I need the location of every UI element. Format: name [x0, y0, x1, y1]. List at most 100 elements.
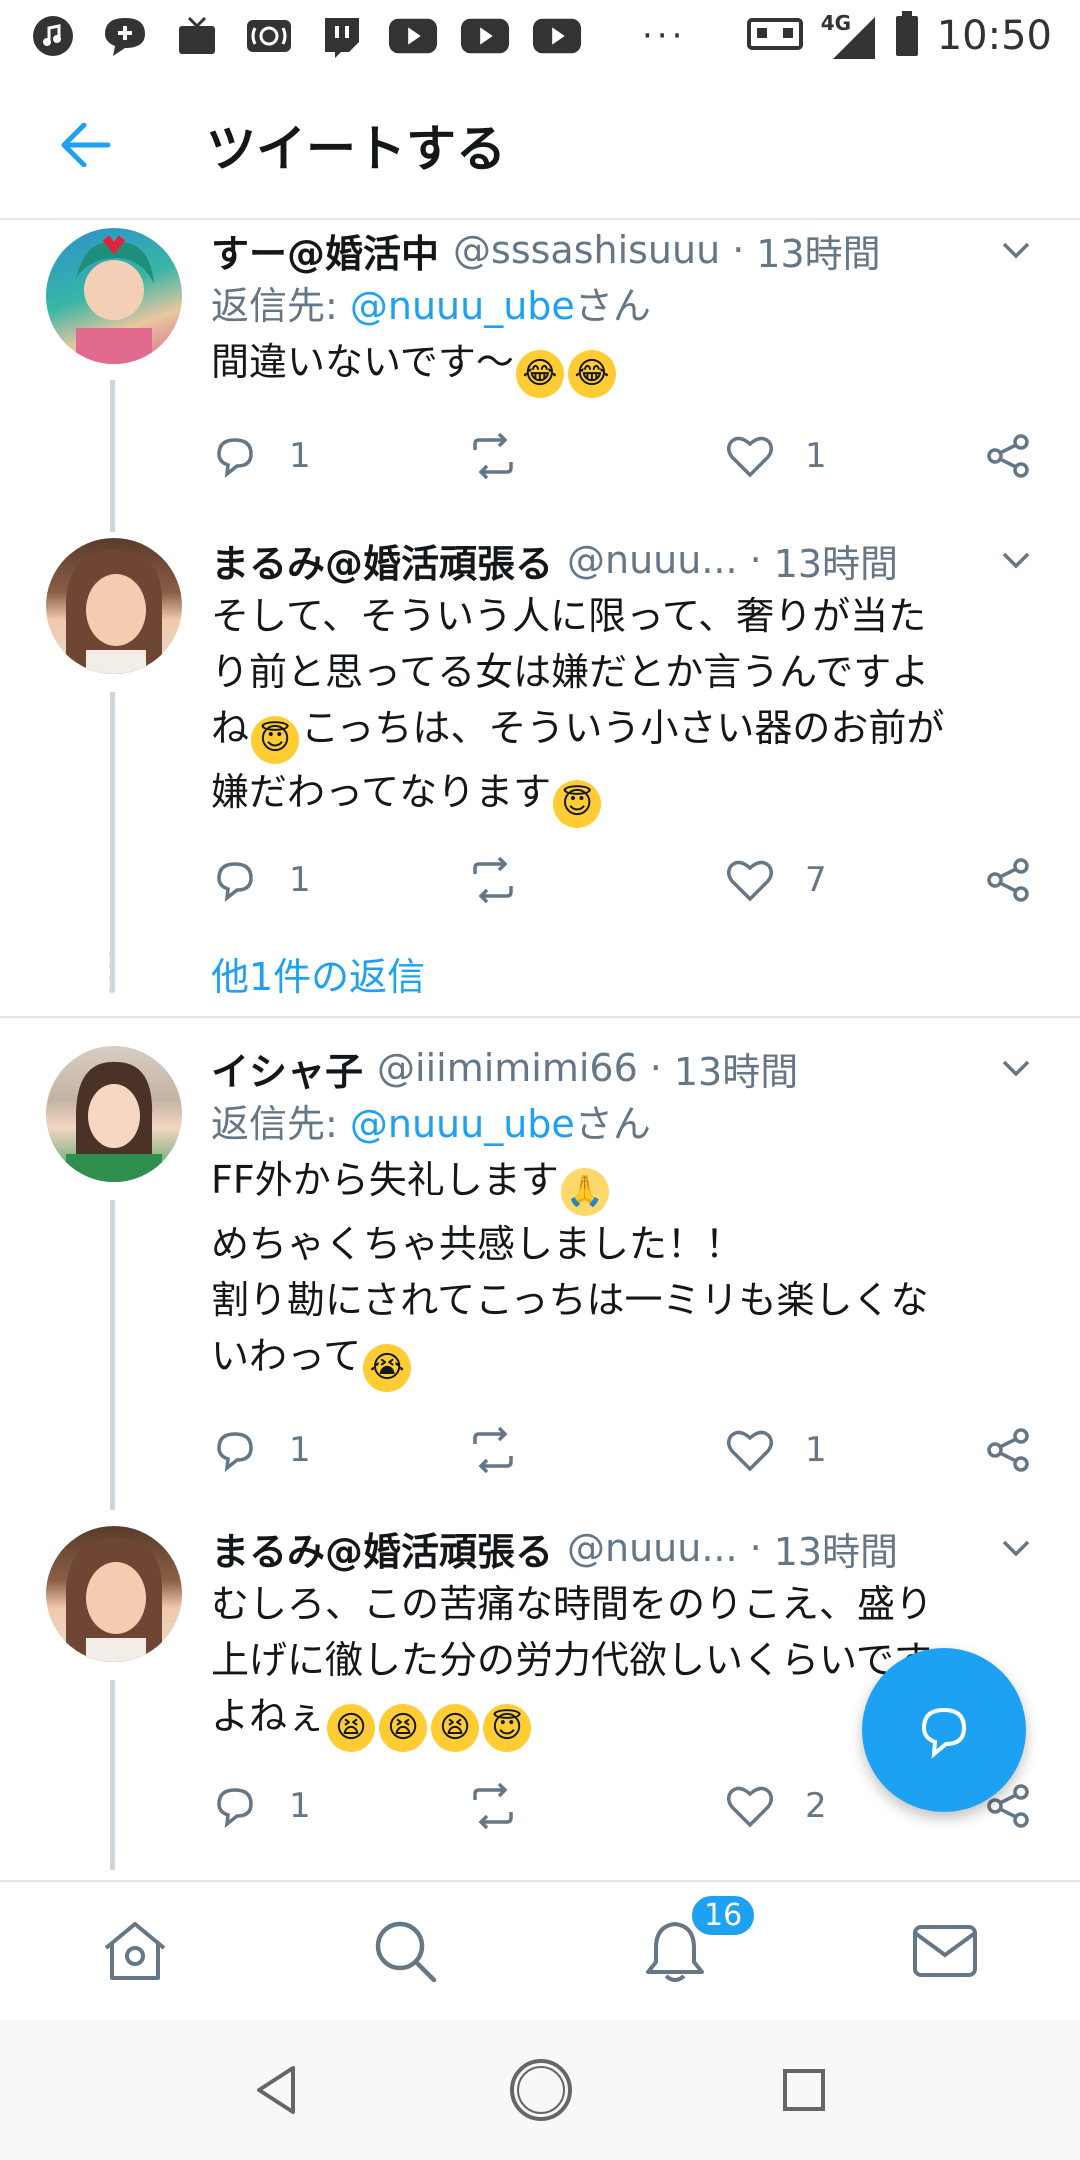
notification-badge: 16 — [688, 1892, 759, 1939]
tweet-text-line: むしろ、この苦痛な時間をのりこえ、盛り — [211, 1582, 934, 1626]
tweet-actions: 1 1 — [211, 426, 1041, 486]
avatar[interactable] — [46, 1046, 182, 1182]
tweet-text-fragment: FF外から失礼します — [211, 1158, 559, 1202]
chevron-down-icon[interactable] — [996, 1528, 1036, 1568]
tweet[interactable]: すー@婚活中 @sssashisuuu · 13時間 返信先: @nuuu_ub… — [0, 222, 1080, 532]
display-name[interactable]: すー@婚活中 — [211, 223, 439, 278]
search-icon — [375, 1921, 437, 1983]
reply-to: 返信先: @nuuu_ubeさん — [211, 1096, 1036, 1152]
user-handle[interactable]: @sssashisuuu — [453, 228, 720, 272]
user-handle[interactable]: @iiimimimi66 — [377, 1046, 638, 1090]
show-more-replies-link[interactable]: 他1件の返信 — [211, 946, 425, 1001]
reply-icon — [217, 1788, 253, 1829]
separator-dot: · — [749, 1526, 762, 1570]
reply-suffix: さん — [574, 1102, 651, 1146]
tweet[interactable]: イシャ子 @iiimimimi66 · 13時間 返信先: @nuuu_ubeさ… — [0, 1040, 1080, 1520]
retweet-action[interactable] — [465, 426, 551, 486]
tweet-text: そして、そういう人に限って、奢りが当た り前と思ってる女は嫌だとか言うんですよね 😇… — [211, 588, 1036, 828]
retweet-action[interactable] — [465, 850, 551, 910]
tv-icon — [172, 13, 222, 59]
like-count: 1 — [805, 436, 827, 476]
tweet-header: イシャ子 @iiimimimi66 · 13時間 — [211, 1040, 1036, 1096]
compose-reply-button[interactable] — [862, 1648, 1026, 1812]
youtube-icon — [388, 13, 438, 59]
divider — [0, 1016, 1080, 1018]
system-recents-icon[interactable] — [781, 2067, 827, 2113]
chevron-down-icon[interactable] — [996, 540, 1036, 580]
like-action[interactable]: 2 — [725, 1776, 827, 1836]
tired-face-emoji-icon: 😫 — [431, 1704, 480, 1752]
system-back-icon[interactable] — [253, 2064, 301, 2116]
display-name[interactable]: まるみ@婚活頑張る — [211, 533, 553, 588]
crying-emoji-icon: 😭 — [363, 1344, 412, 1392]
tweet-text: FF外から失礼します 🙏 めちゃくちゃ共感しました！！ 割り勘にされてこっちは一ミリも… — [211, 1152, 1036, 1392]
reply-action[interactable]: 1 — [211, 1420, 311, 1480]
chevron-down-icon[interactable] — [996, 1048, 1036, 1088]
tweet-text-fragment: よねぇ — [211, 1694, 326, 1738]
back-button[interactable] — [44, 103, 128, 187]
like-count: 2 — [805, 1786, 827, 1826]
bottom-navigation: 16 — [0, 1880, 1080, 2020]
like-action[interactable]: 1 — [725, 426, 827, 486]
share-icon — [987, 1428, 1029, 1472]
tweet-text-line: り前と思ってる女は嫌だとか言うんですよ — [211, 650, 930, 694]
share-icon — [987, 434, 1029, 478]
thread-line — [110, 1680, 115, 1870]
thread-line — [110, 380, 115, 532]
nav-search[interactable] — [270, 1882, 540, 2020]
tweet-header: まるみ@婚活頑張る @nuuu... · 13時間 — [211, 1520, 1036, 1576]
reply-prefix: 返信先: — [211, 1102, 350, 1146]
timestamp: 13時間 — [773, 541, 899, 586]
retweet-action[interactable] — [465, 1776, 551, 1836]
nav-messages[interactable] — [810, 1882, 1080, 2020]
reply-action[interactable]: 1 — [211, 850, 311, 910]
nav-notifications[interactable]: 16 — [540, 1882, 810, 2020]
user-handle[interactable]: @nuuu... — [567, 538, 738, 582]
display-name[interactable]: イシャ子 — [211, 1041, 363, 1096]
tired-face-emoji-icon: 😫 — [379, 1704, 428, 1752]
reply-mention[interactable]: @nuuu_ube — [350, 1102, 575, 1146]
retweet-icon — [473, 856, 513, 904]
youtube-icon — [532, 13, 582, 59]
avatar[interactable] — [46, 1526, 182, 1662]
reply-count: 1 — [289, 1786, 311, 1826]
display-name[interactable]: まるみ@婚活頑張る — [211, 1521, 553, 1576]
avatar[interactable] — [46, 538, 182, 674]
reply-mention[interactable]: @nuuu_ube — [350, 284, 575, 328]
user-handle[interactable]: @nuuu... — [567, 1526, 738, 1570]
separator-dot: · — [732, 228, 745, 272]
like-count: 7 — [805, 860, 827, 900]
halo-emoji-icon: 😇 — [251, 716, 300, 764]
retweet-action[interactable] — [465, 1420, 551, 1480]
youtube-icon — [460, 13, 510, 59]
tweet[interactable]: まるみ@婚活頑張る @nuuu... · 13時間 そして、そういう人に限って、… — [0, 532, 1080, 1012]
messages-icon — [913, 1925, 977, 1977]
retweet-icon — [473, 1782, 513, 1830]
tweet-text-line: 間違いないです〜 — [211, 340, 514, 384]
thread-line — [110, 1200, 115, 1510]
share-icon — [987, 858, 1029, 902]
avatar[interactable] — [46, 228, 182, 364]
reply-action[interactable]: 1 — [211, 1776, 311, 1836]
like-action[interactable]: 7 — [725, 850, 827, 910]
tweet-text-line: そして、そういう人に限って、奢りが当た — [211, 594, 927, 638]
tweet-text-fragment: 嫌だわってなります — [211, 770, 552, 814]
share-action[interactable] — [985, 850, 1033, 910]
system-home-icon[interactable] — [507, 2056, 575, 2124]
share-action[interactable] — [985, 1420, 1033, 1480]
nav-home[interactable] — [0, 1882, 270, 2020]
chevron-down-icon[interactable] — [996, 230, 1036, 270]
timestamp: 13時間 — [673, 1049, 799, 1094]
reply-action[interactable]: 1 — [211, 426, 311, 486]
tweet-actions: 1 1 — [211, 1420, 1041, 1480]
tweet-text-line: 嫌だわってなります 😇 — [211, 764, 1036, 828]
share-action[interactable] — [985, 426, 1033, 486]
halo-emoji-icon: 😇 — [553, 780, 602, 828]
cast-icon — [746, 14, 803, 58]
battery-icon — [895, 11, 919, 61]
like-action[interactable]: 1 — [725, 1420, 827, 1480]
halo-emoji-icon: 😇 — [483, 1704, 532, 1752]
joy-emoji-icon: 😂 — [515, 350, 564, 398]
heart-icon — [727, 1430, 773, 1472]
tweet-header: まるみ@婚活頑張る @nuuu... · 13時間 — [211, 532, 1036, 588]
